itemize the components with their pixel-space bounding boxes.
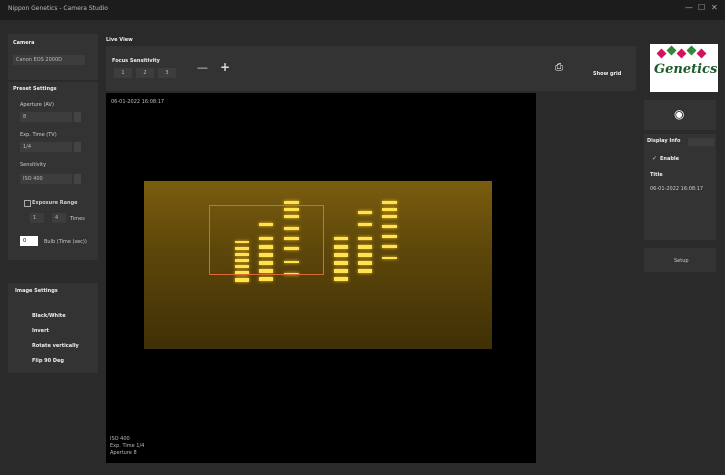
range-from-field[interactable]: 1 <box>30 213 44 223</box>
focus-option-1[interactable]: 1 <box>114 68 132 78</box>
gel-band <box>382 235 397 238</box>
maximize-button[interactable]: ☐ <box>698 3 705 12</box>
flip-90-toggle[interactable]: Flip 90 Deg <box>32 358 64 364</box>
overlay-iso: ISO 400 <box>110 436 130 442</box>
window-title: Nippon Genetics - Camera Studio <box>8 5 108 12</box>
overlay-exp-time: Exp. Time 1/4 <box>110 443 145 449</box>
genetics-logo: Genetics <box>650 44 718 92</box>
setup-button[interactable]: Setup <box>674 258 689 264</box>
live-view-image[interactable]: 06-01-2022 16:08:17 ISO 400 Exp. Time 1/… <box>106 93 536 463</box>
close-button[interactable]: ✕ <box>711 3 718 12</box>
gel-band <box>358 253 372 257</box>
exposure-range-label: Exposure Range <box>32 200 78 206</box>
aperture-field[interactable]: 8 <box>20 112 72 122</box>
live-timestamp: 06-01-2022 16:08:17 <box>111 99 165 105</box>
display-info-label: Display Info <box>647 138 681 144</box>
gel-band <box>259 277 273 281</box>
range-to-field[interactable]: 4 <box>52 213 66 223</box>
bulb-label: Bulb (Time (sec)) <box>44 239 87 245</box>
invert-toggle[interactable]: Invert <box>32 328 49 334</box>
rotate-vertically-toggle[interactable]: Rotate vertically <box>32 343 79 349</box>
gel-band <box>382 215 397 218</box>
black-white-toggle[interactable]: Black/White <box>32 313 66 319</box>
bulb-field[interactable]: 0 <box>20 236 38 246</box>
exp-time-label: Exp. Time (TV) <box>20 132 57 138</box>
camera-model-select[interactable]: Canon EOS 2000D <box>13 55 85 65</box>
focus-option-3[interactable]: 3 <box>158 68 176 78</box>
gel-band <box>334 245 348 249</box>
exposure-range-checkbox[interactable] <box>24 200 31 207</box>
title-label: Title <box>650 172 663 178</box>
gel-band <box>334 269 348 273</box>
focus-sensitivity-label: Focus Sensitivity <box>112 58 160 64</box>
zoom-in-button[interactable]: + <box>220 60 230 74</box>
image-settings-header: Image Settings <box>15 288 58 294</box>
check-icon: ✓ <box>652 155 658 162</box>
title-bar: Nippon Genetics - Camera Studio — ☐ ✕ <box>0 0 725 20</box>
gel-band <box>382 208 397 211</box>
gel-band <box>382 245 397 248</box>
focus-option-2[interactable]: 2 <box>136 68 154 78</box>
gel-band <box>334 237 348 240</box>
gel-band <box>358 261 372 265</box>
gel-band <box>382 257 397 259</box>
sensitivity-label: Sensitivity <box>20 162 47 168</box>
gel-band <box>382 225 397 228</box>
gel-band <box>284 201 299 204</box>
range-unit-label: Times <box>70 216 85 222</box>
gel-band <box>358 211 372 214</box>
camera-capture-icon[interactable]: ◉ <box>674 107 684 121</box>
gel-band <box>358 237 372 240</box>
aperture-spinner[interactable] <box>74 112 81 122</box>
logo-text: Genetics <box>654 62 718 77</box>
preset-panel <box>8 82 98 260</box>
title-field[interactable]: 06-01-2022 16:08:17 <box>650 186 712 193</box>
aperture-label: Aperture (AV) <box>20 102 54 108</box>
gel-band <box>358 245 372 249</box>
zoom-out-button[interactable]: — <box>197 61 208 74</box>
gel-band <box>334 261 348 265</box>
gel-band <box>235 278 249 282</box>
exp-time-spinner[interactable] <box>74 142 81 152</box>
overlay-aperture: Aperture 8 <box>110 450 137 456</box>
show-grid-button[interactable]: Show grid <box>593 71 621 77</box>
exp-time-field[interactable]: 1/4 <box>20 142 72 152</box>
preset-header: Preset Settings <box>13 86 57 92</box>
sensitivity-spinner[interactable] <box>74 174 81 184</box>
gel-band <box>358 269 372 273</box>
roi-rectangle[interactable] <box>209 205 324 275</box>
gel-band <box>334 253 348 257</box>
gel-band <box>334 277 348 281</box>
print-icon[interactable]: ⎙ <box>555 62 563 73</box>
camera-header: Camera <box>13 40 35 46</box>
gel-band <box>358 223 372 226</box>
live-view-header: Live View <box>106 37 133 43</box>
display-info-field[interactable] <box>688 138 714 146</box>
enable-checkbox[interactable]: Enable <box>660 156 679 162</box>
minimize-button[interactable]: — <box>685 3 693 12</box>
sensitivity-field[interactable]: ISO 400 <box>20 174 72 184</box>
gel-band <box>382 201 397 204</box>
